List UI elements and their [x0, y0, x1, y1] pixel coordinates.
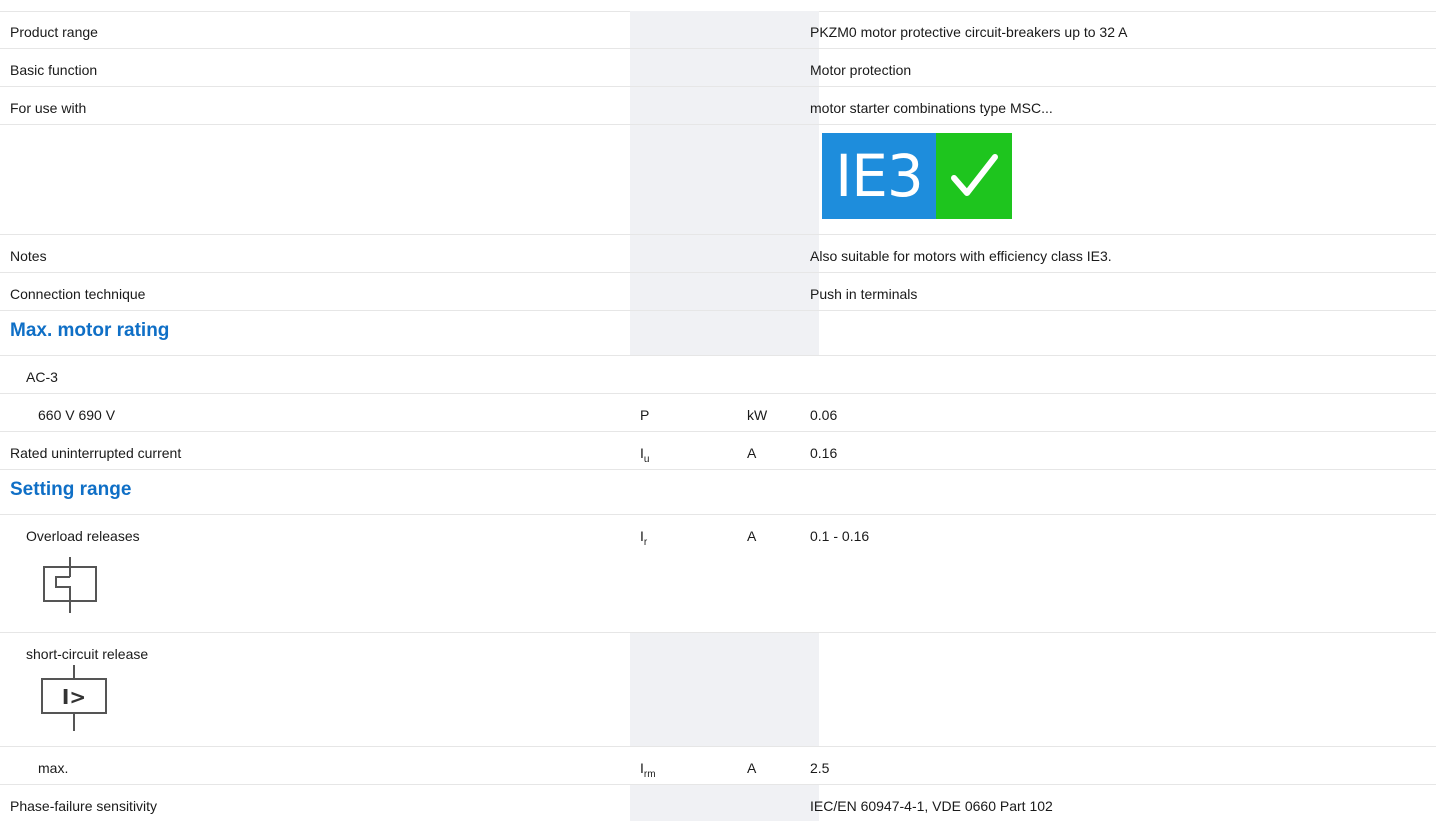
checkmark-icon [936, 133, 1012, 219]
row-phase-failure-sensitivity: Phase-failure sensitivity IEC/EN 60947-4… [0, 785, 1436, 821]
row-value: 0.1 - 0.16 [810, 528, 870, 544]
ie3-badge: IE3 [822, 133, 1012, 219]
row-unit: kW [747, 407, 768, 423]
row-notes: Notes Also suitable for motors with effi… [0, 235, 1436, 273]
section-title: Max. motor rating [10, 320, 170, 341]
row-ie3-badge: IE3 [0, 125, 1436, 235]
row-for-use-with: For use with motor starter combinations … [0, 87, 1436, 125]
row-value: motor starter combinations type MSC... [810, 100, 1053, 116]
row-connection-technique: Connection technique Push in terminals [0, 273, 1436, 311]
row-ac3: AC-3 [0, 356, 1436, 394]
thermal-release-icon [43, 557, 97, 613]
row-symbol: Irm [640, 760, 656, 780]
row-value: PKZM0 motor protective circuit-breakers … [810, 24, 1128, 40]
row-label: Rated uninterrupted current [10, 445, 182, 461]
svg-text:I>: I> [62, 685, 86, 709]
row-unit: A [747, 445, 757, 461]
row-label: Product range [10, 24, 98, 40]
row-value: 0.16 [810, 445, 838, 461]
row-rated-uninterrupted-current: Rated uninterrupted current Iu A 0.16 [0, 432, 1436, 470]
row-value: IEC/EN 60947-4-1, VDE 0660 Part 102 [810, 798, 1053, 814]
row-660v-690v: 660 V 690 V P kW 0.06 [0, 394, 1436, 432]
row-value: 2.5 [810, 760, 830, 776]
ie3-badge-text: IE3 [822, 133, 936, 219]
row-label: 660 V 690 V [38, 407, 116, 423]
row-unit: A [747, 760, 757, 776]
row-label: Overload releases [26, 528, 140, 544]
row-unit: A [747, 528, 757, 544]
row-value: Also suitable for motors with efficiency… [810, 248, 1112, 264]
section-max-motor-rating: Max. motor rating [0, 311, 1436, 356]
row-label: short-circuit release [26, 646, 149, 662]
row-short-circuit-release: short-circuit release I> [0, 633, 1436, 747]
row-label: Notes [10, 248, 47, 264]
section-title: Setting range [10, 479, 132, 500]
product-spec-page: Product range PKZM0 motor protective cir… [0, 0, 1436, 821]
magnetic-release-icon: I> [41, 665, 107, 731]
row-symbol: Ir [640, 528, 648, 548]
row-label: Basic function [10, 62, 98, 78]
row-label: AC-3 [26, 369, 58, 385]
row-overload-releases: Overload releases Ir A 0.1 - 0.16 [0, 515, 1436, 633]
row-max: max. Irm A 2.5 [0, 747, 1436, 785]
row-label: max. [38, 760, 69, 776]
section-setting-range: Setting range [0, 470, 1436, 515]
row-value: Push in terminals [810, 286, 918, 302]
row-value: 0.06 [810, 407, 838, 423]
row-label: For use with [10, 100, 87, 116]
row-label: Phase-failure sensitivity [10, 798, 158, 814]
row-symbol: P [640, 407, 650, 423]
row-symbol: Iu [640, 445, 650, 465]
row-product-range: Product range PKZM0 motor protective cir… [0, 11, 1436, 49]
row-basic-function: Basic function Motor protection [0, 49, 1436, 87]
row-label: Connection technique [10, 286, 146, 302]
row-value: Motor protection [810, 62, 912, 78]
